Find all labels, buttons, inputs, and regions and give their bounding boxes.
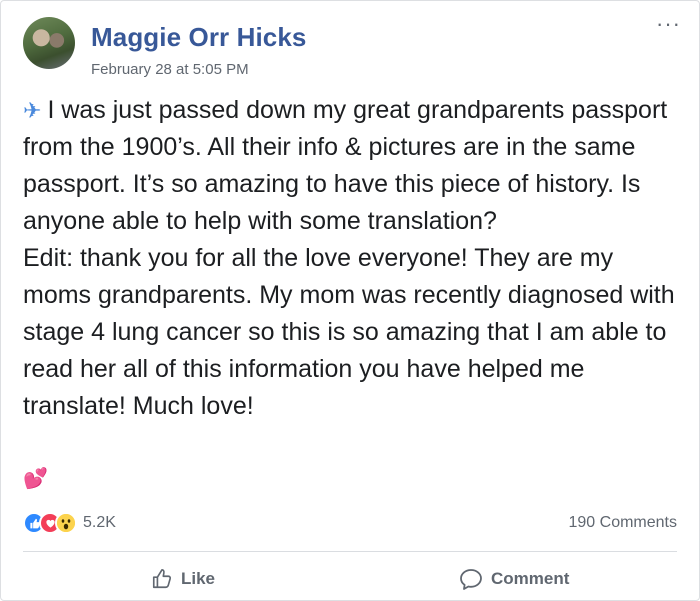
more-options-icon[interactable]: ··· [656,13,681,35]
post-body: ✈ I was just passed down my great grandpa… [23,92,683,425]
author-name[interactable]: Maggie Orr Hicks [91,22,306,53]
like-button[interactable]: Like [151,567,215,591]
post-paragraph-1-text: I was just passed down my great grandpar… [23,96,668,235]
post-paragraph-2: Edit: thank you for all the love everyon… [23,244,675,420]
comment-label: Comment [491,569,570,588]
comment-count[interactable]: 190 Comments [569,514,678,532]
airplane-icon: ✈ [23,98,42,123]
comment-bubble-icon [460,569,482,590]
reaction-count[interactable]: 5.2K [83,514,116,532]
post-paragraph-1: ✈ I was just passed down my great grandpa… [23,92,683,240]
post-timestamp[interactable]: February 28 at 5:05 PM [91,61,249,78]
avatar[interactable] [23,17,75,69]
wow-reaction-icon [55,512,77,534]
post-card: Maggie Orr Hicks February 28 at 5:05 PM … [0,0,700,601]
reactions-summary[interactable]: 5.2K [23,511,116,535]
thumbs-up-icon [152,569,172,589]
divider [23,551,677,552]
like-label: Like [181,569,216,588]
comment-button[interactable]: Comment [459,567,569,591]
heart-icon: 💕 [23,468,48,490]
